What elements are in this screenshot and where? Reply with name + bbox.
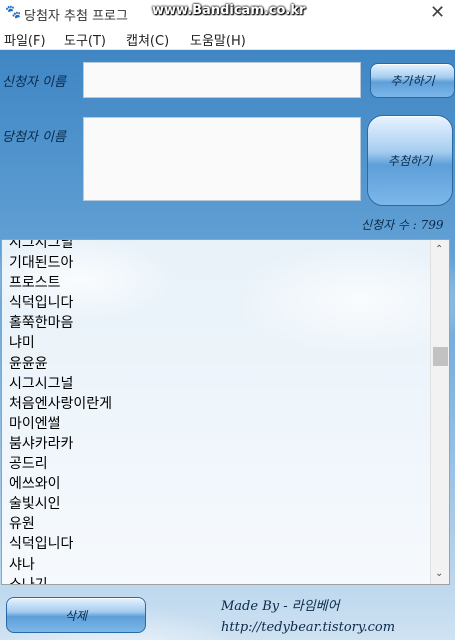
menu-capture[interactable]: 캡쳐(C) [126, 30, 169, 49]
scroll-up-icon[interactable]: ⌃ [435, 244, 443, 255]
list-item[interactable]: 식덕입니다 [9, 534, 424, 554]
list-item[interactable]: 윤윤윤 [9, 354, 424, 374]
draw-button[interactable]: 추첨하기 [367, 115, 453, 206]
list-item[interactable]: 시그시그널 [9, 374, 424, 394]
applicant-list[interactable]: 시그시그널 기대된드아 프로스트 식덕입니다 홀쭉한마음 냐미 윤윤윤 시그시그… [1, 239, 450, 585]
bear-icon: 🐾 [5, 5, 22, 20]
title-bar: 🐾 당첨자 추첨 프로그 www.Bandicam.co.kr ✕ [0, 0, 455, 26]
menu-help[interactable]: 도움말(H) [190, 30, 246, 49]
list-item[interactable]: 프로스트 [9, 273, 424, 293]
list-item[interactable]: 기대된드아 [9, 253, 424, 273]
winner-name-field[interactable] [83, 117, 361, 201]
list-item[interactable]: 홀쭉한마음 [9, 313, 424, 333]
winner-name-label: 당첨자 이름 [2, 130, 66, 145]
list-item[interactable]: 공드리 [9, 454, 424, 474]
menu-bar: 파일(F) 도구(T) 캡쳐(C) 도움말(H) [0, 26, 455, 50]
list-item[interactable]: 소나기 [9, 575, 424, 584]
delete-button[interactable]: 삭제 [6, 597, 146, 633]
list-item[interactable]: 식덕입니다 [9, 293, 424, 313]
menu-tools[interactable]: 도구(T) [64, 30, 106, 49]
list-item[interactable]: 시그시그널 [9, 240, 424, 253]
blog-url: http://tedybear.tistory.com [221, 620, 396, 635]
list-item[interactable]: 유원 [9, 514, 424, 534]
list-item[interactable]: 마이엔썰 [9, 414, 424, 434]
list-item[interactable]: 샤나 [9, 555, 424, 575]
close-icon[interactable]: ✕ [430, 2, 445, 23]
menu-file[interactable]: 파일(F) [4, 30, 46, 49]
list-item[interactable]: 냐미 [9, 333, 424, 353]
author-credit: Made By - 라임베어 [221, 599, 340, 614]
add-button[interactable]: 추가하기 [370, 63, 455, 98]
scroll-down-icon[interactable]: ⌄ [435, 568, 443, 579]
recorder-watermark: www.Bandicam.co.kr [152, 3, 306, 18]
applicant-name-label: 신청자 이름 [2, 75, 66, 90]
applicant-name-input[interactable] [83, 62, 361, 98]
list-item[interactable]: 처음엔사랑이란게 [9, 394, 424, 414]
list-scrollbar[interactable]: ⌃ ⌄ [430, 240, 449, 584]
list-item[interactable]: 에쓰와이 [9, 474, 424, 494]
applicant-count: 신청자 수 : 799 [361, 218, 444, 232]
window-title: 당첨자 추첨 프로그 [24, 9, 128, 24]
scroll-thumb[interactable] [433, 347, 448, 366]
list-item[interactable]: 붐샤카라카 [9, 434, 424, 454]
applicant-list-items: 시그시그널 기대된드아 프로스트 식덕입니다 홀쭉한마음 냐미 윤윤윤 시그시그… [9, 240, 424, 584]
list-item[interactable]: 술빛시인 [9, 494, 424, 514]
